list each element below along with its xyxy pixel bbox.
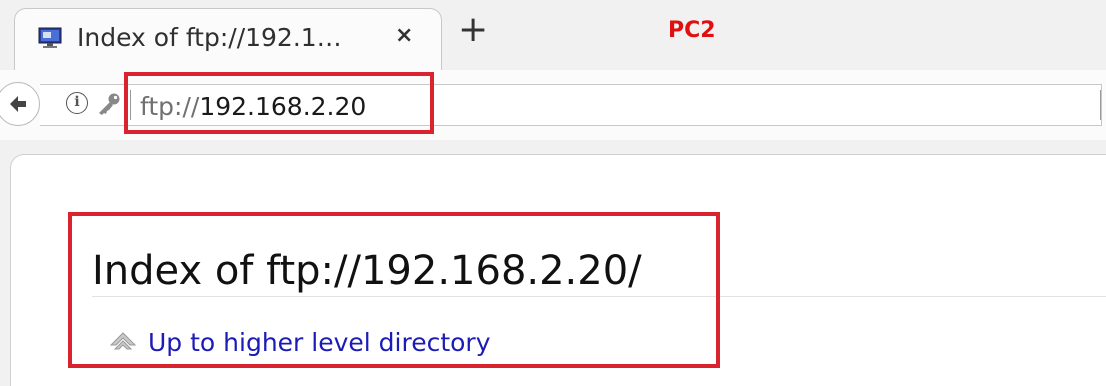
up-directory-icon xyxy=(109,332,137,350)
close-icon[interactable]: × xyxy=(395,23,413,48)
tab-title: Index of ftp://192.1… xyxy=(77,23,342,52)
monitor-icon xyxy=(38,27,62,48)
back-button[interactable] xyxy=(0,82,40,126)
heading-divider xyxy=(92,296,1106,297)
url-text[interactable]: ftp://192.168.2.20 xyxy=(140,92,366,121)
url-bar-end-separator xyxy=(1100,90,1101,120)
url-host: 192.168.2.20 xyxy=(199,92,367,121)
annotation-label: PC2 xyxy=(668,18,716,43)
back-arrow-icon xyxy=(10,96,26,112)
page-title: Index of ftp://192.168.2.20/ xyxy=(92,248,642,294)
info-icon[interactable]: i xyxy=(66,92,88,114)
browser-tab[interactable]: Index of ftp://192.1… × xyxy=(14,8,442,70)
new-tab-button[interactable]: + xyxy=(458,10,488,50)
up-directory-link[interactable]: Up to higher level directory xyxy=(148,328,491,357)
url-scheme: ftp:// xyxy=(140,92,200,121)
tab-strip: Index of ftp://192.1… × + PC2 xyxy=(0,0,1106,70)
key-icon[interactable] xyxy=(96,92,122,116)
navigation-bar: i ftp://192.168.2.20 xyxy=(0,70,1106,140)
url-separator xyxy=(130,90,131,120)
